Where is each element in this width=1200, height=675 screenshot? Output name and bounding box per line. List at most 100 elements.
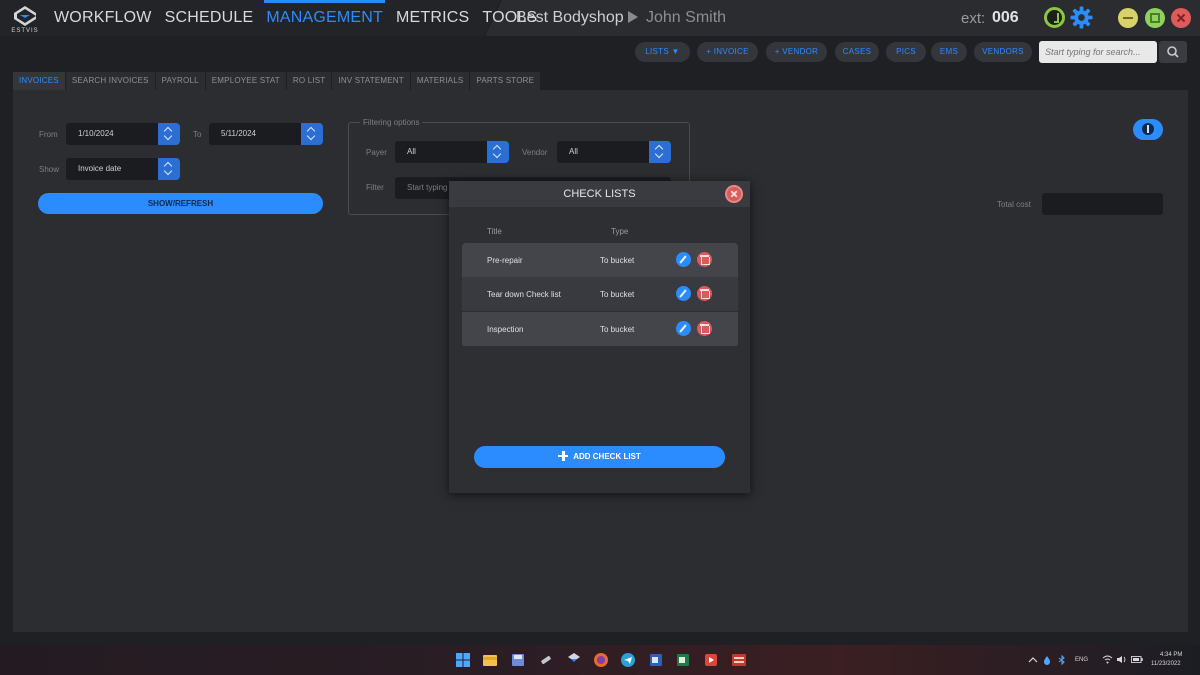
nav-metrics[interactable]: METRICS [396, 0, 469, 36]
column-type-header: Type [611, 227, 629, 236]
to-date-input[interactable]: 5/11/2024 [209, 123, 301, 145]
modal-close-button[interactable] [725, 185, 743, 203]
window-maximize-button[interactable] [1145, 8, 1165, 28]
tab-search-invoices[interactable]: SEARCH INVOICES [65, 72, 155, 90]
word-icon[interactable] [648, 652, 664, 668]
gear-icon[interactable] [1070, 6, 1093, 29]
clock-icon[interactable] [1044, 7, 1065, 28]
minimize-icon [1123, 17, 1133, 19]
ems-button[interactable]: EMS [931, 42, 967, 62]
table-row[interactable]: Tear down Check list To bucket [462, 277, 738, 311]
row-type: To bucket [600, 256, 635, 265]
show-select[interactable]: Invoice date [66, 158, 158, 180]
edit-icon[interactable] [676, 321, 691, 336]
modal-title: CHECK LISTS [449, 181, 750, 207]
maximize-icon [1150, 13, 1160, 23]
http-tool-icon[interactable] [731, 652, 747, 668]
row-title: Pre-repair [487, 256, 523, 265]
total-cost-label: Total cost [997, 200, 1031, 209]
from-date-spinner[interactable] [158, 123, 180, 145]
anydesk-icon[interactable] [703, 652, 719, 668]
add-check-list-button[interactable]: ADD CHECK LIST [474, 446, 725, 468]
edit-icon[interactable] [676, 286, 691, 301]
column-title-header: Title [487, 227, 502, 236]
add-check-list-label: ADD CHECK LIST [573, 452, 641, 461]
to-label: To [193, 130, 202, 139]
add-invoice-button[interactable]: + INVOICE [697, 42, 758, 62]
file-explorer-icon[interactable] [482, 652, 498, 668]
tab-materials[interactable]: MATERIALS [410, 72, 470, 90]
row-type: To bucket [600, 290, 635, 299]
plus-icon [558, 450, 569, 461]
table-row[interactable]: Pre-repair To bucket [462, 243, 738, 277]
search-input[interactable] [1039, 41, 1157, 63]
total-cost-value [1042, 193, 1163, 215]
payer-label: Payer [366, 148, 387, 157]
language-indicator[interactable]: ENG [1075, 657, 1088, 663]
info-button[interactable] [1133, 119, 1163, 140]
show-refresh-button[interactable]: SHOW/REFRESH [38, 193, 323, 214]
windows-start-icon[interactable] [455, 652, 471, 668]
delete-icon[interactable] [697, 321, 712, 336]
from-date-input[interactable]: 1/10/2024 [66, 123, 158, 145]
tab-parts-store[interactable]: PARTS STORE [470, 72, 541, 90]
show-select-spinner[interactable] [158, 158, 180, 180]
payer-select[interactable]: All [395, 141, 487, 163]
estvis-logo-icon [14, 6, 36, 26]
vendor-select[interactable]: All [557, 141, 649, 163]
cases-button[interactable]: CASES [835, 42, 879, 62]
close-icon [1176, 17, 1186, 19]
save-app-icon[interactable] [510, 652, 526, 668]
table-row[interactable]: Inspection To bucket [462, 312, 738, 346]
tab-payroll[interactable]: PAYROLL [155, 72, 205, 90]
tab-employee-stat[interactable]: EMPLOYEE STAT [205, 72, 286, 90]
search-button[interactable] [1159, 41, 1187, 63]
user-name[interactable]: John Smith [646, 9, 726, 27]
row-type: To bucket [600, 325, 635, 334]
delete-icon[interactable] [697, 286, 712, 301]
nav-management[interactable]: MANAGEMENT [264, 0, 385, 36]
wifi-icon[interactable] [1102, 655, 1113, 664]
play-icon [628, 11, 638, 23]
vendors-button[interactable]: VENDORS [974, 42, 1032, 62]
volume-icon[interactable] [1116, 655, 1127, 664]
tab-ro-list[interactable]: RO LIST [286, 72, 332, 90]
to-date-spinner[interactable] [301, 123, 323, 145]
tray-chevron-up-icon[interactable] [1028, 656, 1038, 664]
lists-button[interactable]: LISTS ▼ [635, 42, 690, 62]
nav-schedule[interactable]: SCHEDULE [165, 0, 254, 36]
window-close-button[interactable] [1171, 8, 1191, 28]
search-icon [1167, 46, 1179, 58]
pics-button[interactable]: PICS [886, 42, 926, 62]
filter-label: Filter [366, 183, 384, 192]
ext-label: ext: [961, 10, 986, 27]
telegram-icon[interactable] [620, 652, 636, 668]
bluetooth-icon[interactable] [1058, 655, 1066, 665]
management-tabs: INVOICES SEARCH INVOICES PAYROLL EMPLOYE… [13, 72, 541, 90]
add-vendor-button[interactable]: + VENDOR [766, 42, 827, 62]
ext-value: 006 [992, 9, 1019, 26]
app-logo[interactable]: ESTVIS [8, 4, 42, 34]
taskbar-date[interactable]: 11/23/2022 [1151, 661, 1181, 667]
show-label: Show [39, 165, 60, 174]
estvis-taskbar-icon[interactable] [566, 652, 582, 668]
taskbar-time[interactable]: 4:34 PM [1160, 652, 1182, 658]
window-minimize-button[interactable] [1118, 8, 1138, 28]
vendor-select-spinner[interactable] [649, 141, 671, 163]
delete-icon[interactable] [697, 252, 712, 267]
nav-workflow[interactable]: WORKFLOW [54, 0, 152, 36]
excel-icon[interactable] [675, 652, 691, 668]
tab-invoices[interactable]: INVOICES [13, 72, 65, 90]
row-title: Inspection [487, 325, 524, 334]
battery-icon[interactable] [1131, 656, 1143, 663]
payer-select-spinner[interactable] [487, 141, 509, 163]
edit-icon[interactable] [676, 252, 691, 267]
firefox-icon[interactable] [593, 652, 609, 668]
tray-drop-icon[interactable] [1043, 655, 1051, 665]
filtering-options-title: Filtering options [360, 118, 423, 127]
tools-app-icon[interactable] [538, 652, 554, 668]
row-title: Tear down Check list [487, 290, 561, 299]
tab-inv-statement[interactable]: INV STATEMENT [332, 72, 410, 90]
check-lists-modal: CHECK LISTS Title Type Pre-repair To buc… [449, 181, 750, 493]
shop-name[interactable]: Best Bodyshop [516, 9, 624, 27]
